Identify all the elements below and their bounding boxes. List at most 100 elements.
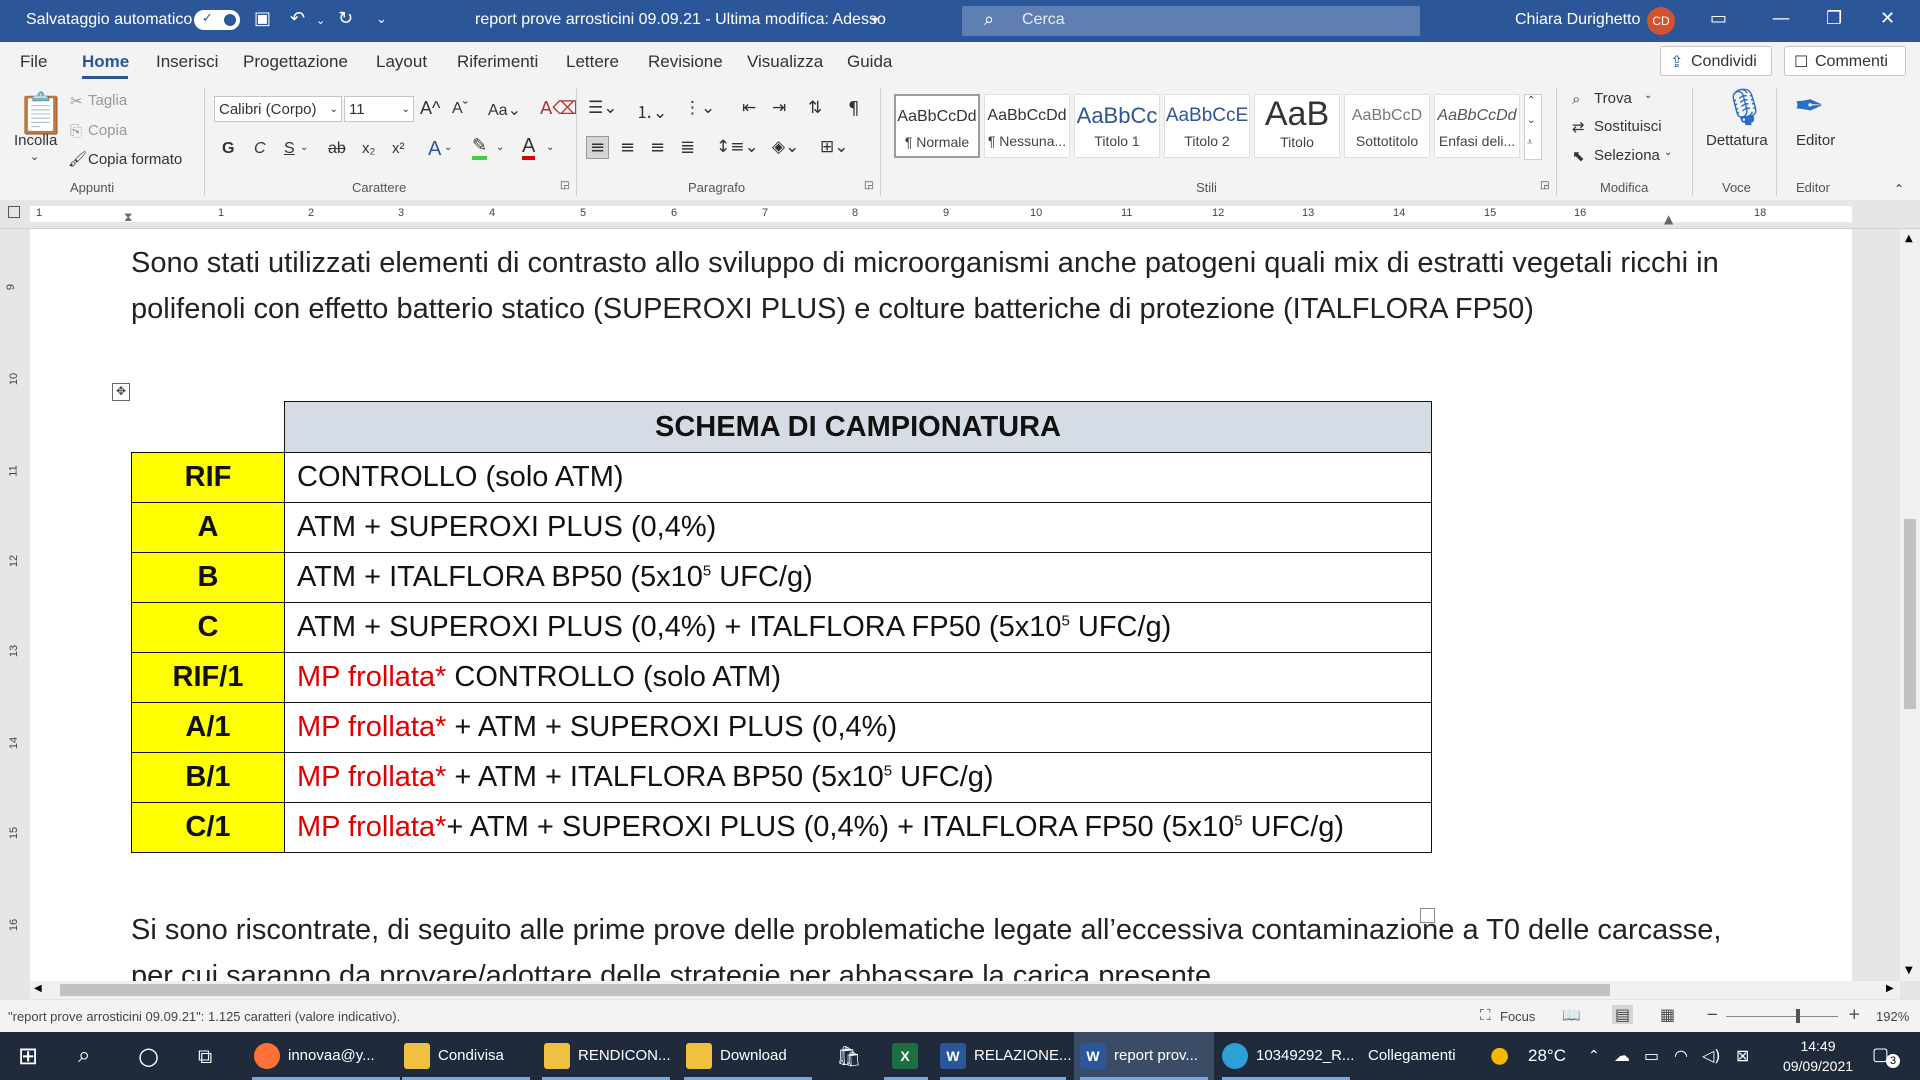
onedrive-icon[interactable]: ☁ [1614, 1032, 1630, 1080]
tab-review[interactable]: Revisione [648, 52, 723, 72]
tab-references[interactable]: Riferimenti [457, 52, 538, 72]
bullets-icon[interactable]: ☰⌄ [588, 98, 617, 118]
focus-icon[interactable]: ⛶ [1480, 1006, 1491, 1024]
more-styles-icon[interactable]: ⩡ [1527, 137, 1533, 148]
style-no-spacing[interactable]: AaBbCcDd ¶ Nessuna... [984, 94, 1070, 158]
dictate-button[interactable]: Dettatura [1706, 132, 1768, 149]
scroll-right-icon[interactable]: ▶ [1886, 983, 1894, 994]
text-effects-icon[interactable]: A [428, 138, 441, 161]
change-case-icon[interactable]: Aa⌄ [488, 100, 521, 120]
tab-help[interactable]: Guida [847, 52, 892, 72]
windows-start-icon[interactable]: ⊞ [18, 1032, 38, 1080]
task-view-icon[interactable]: ⧉ [198, 1032, 212, 1080]
taskbar-item-condivisa[interactable]: Condivisa [396, 1032, 536, 1080]
shrink-font-icon[interactable]: Aˇ [452, 100, 468, 118]
share-button[interactable]: ⇪ Condividi [1660, 46, 1772, 76]
user-name[interactable]: Chiara Durighetto [1515, 11, 1640, 29]
increase-indent-icon[interactable]: ⇥ [772, 98, 786, 118]
style-title[interactable]: AaB Titolo [1254, 94, 1340, 158]
restore-icon[interactable]: ❐ [1826, 8, 1842, 29]
save-icon[interactable]: ▣ [254, 8, 271, 29]
sample-description[interactable]: ATM + ITALFLORA BP50 (5x105 UFC/g) [284, 552, 1432, 603]
read-mode-icon[interactable]: 📖 [1562, 1006, 1581, 1024]
sample-code[interactable]: A/1 [131, 702, 285, 753]
collapse-ribbon-icon[interactable]: ⌃ [1894, 182, 1904, 196]
horizontal-scrollbar[interactable]: ◀ ▶ [30, 981, 1900, 999]
sample-description[interactable]: CONTROLLO (solo ATM) [284, 452, 1432, 503]
dialog-launcher-icon[interactable]: ◲ [864, 180, 873, 191]
editor-button[interactable]: Editor [1796, 132, 1835, 149]
tab-file[interactable]: File [20, 52, 47, 72]
sample-code[interactable]: B [131, 552, 285, 603]
taskbar-item-download[interactable]: Download [678, 1032, 818, 1080]
numbering-icon[interactable]: ⒈⌄ [636, 98, 667, 123]
superscript-icon[interactable]: x² [392, 140, 405, 157]
sample-code[interactable]: RIF/1 [131, 652, 285, 703]
right-indent-marker[interactable]: ▲ [1664, 212, 1673, 226]
network-status-icon[interactable]: ⊠ [1736, 1032, 1749, 1080]
links-toolbar[interactable]: Collegamenti [1368, 1032, 1456, 1080]
show-hidden-icons-icon[interactable]: ⌃ [1588, 1032, 1600, 1080]
web-layout-icon[interactable]: ▦ [1660, 1005, 1675, 1024]
undo-dropdown-icon[interactable]: ⌄ [316, 14, 325, 27]
word-count-status[interactable]: "report prove arrosticini 09.09.21": 1.1… [8, 1009, 400, 1024]
zoom-slider[interactable] [1726, 1016, 1838, 1017]
underline-dropdown-icon[interactable]: ⌄ [300, 142, 308, 153]
find-button[interactable]: Trova [1594, 90, 1632, 107]
tab-view[interactable]: Visualizza [747, 52, 823, 72]
scroll-thumb[interactable] [1904, 519, 1916, 709]
avatar[interactable]: CD [1647, 7, 1675, 35]
taskbar-item-report[interactable]: Wreport prov... [1074, 1032, 1214, 1080]
dialog-launcher-icon[interactable]: ◲ [1540, 180, 1549, 191]
ribbon-display-icon[interactable]: ▭ [1710, 8, 1727, 29]
chevron-down-icon[interactable]: ⌄ [1644, 90, 1652, 101]
volume-icon[interactable]: ◁) [1702, 1032, 1721, 1080]
style-normal[interactable]: AaBbCcDd ¶ Normale [894, 94, 980, 158]
table-header[interactable]: SCHEMA DI CAMPIONATURA [284, 401, 1432, 453]
scroll-up-icon[interactable]: ▲ [1905, 233, 1913, 244]
taskbar-item-firefox[interactable]: innovaa@y... [246, 1032, 406, 1080]
align-left-icon[interactable]: ≡ [586, 136, 610, 159]
cortana-icon[interactable]: ○ [138, 1032, 159, 1080]
search-box[interactable]: ⌕ Cerca [962, 6, 1420, 36]
temperature[interactable]: 28°C [1528, 1032, 1566, 1080]
scroll-left-icon[interactable]: ◀ [34, 983, 42, 994]
taskbar-item-store[interactable]: 🛍 [822, 1032, 878, 1080]
grow-font-icon[interactable]: A^ [420, 98, 440, 119]
style-heading-2[interactable]: AaBbCcE Titolo 2 [1164, 94, 1250, 158]
sample-description[interactable]: MP frollata*+ ATM + SUPEROXI PLUS (0,4%)… [284, 802, 1432, 853]
notifications-button[interactable]: ▢ 3 [1872, 1044, 1900, 1068]
font-color-icon[interactable]: A [522, 136, 536, 160]
copy-button[interactable]: Copia [88, 122, 127, 139]
decrease-indent-icon[interactable]: ⇤ [742, 98, 756, 118]
zoom-in-icon[interactable]: + [1848, 1005, 1861, 1023]
chevron-down-icon[interactable]: ⌄ [444, 142, 452, 153]
style-subtle-emphasis[interactable]: AaBbCcDd Enfasi deli... [1434, 94, 1520, 158]
paragraph-intro[interactable]: Sono stati utilizzati elementi di contra… [131, 240, 1731, 332]
sample-description[interactable]: MP frollata* CONTROLLO (solo ATM) [284, 652, 1432, 703]
taskbar-item-excel[interactable]: X [878, 1032, 934, 1080]
style-heading-1[interactable]: AaBbCc Titolo 1 [1074, 94, 1160, 158]
shading-icon[interactable]: ◈⌄ [772, 137, 799, 157]
editor-pen-icon[interactable]: ✒ [1794, 86, 1824, 127]
strikethrough-icon[interactable]: ab [328, 140, 346, 158]
autosave-toggle[interactable]: ✓ [194, 10, 240, 30]
tab-layout[interactable]: Layout [376, 52, 427, 72]
scroll-down-icon[interactable]: ▼ [1905, 965, 1913, 976]
focus-button[interactable]: Focus [1500, 1009, 1535, 1024]
sample-description[interactable]: MP frollata* + ATM + SUPEROXI PLUS (0,4%… [284, 702, 1432, 753]
sample-code[interactable]: RIF [131, 452, 285, 503]
font-name-box[interactable]: Calibri (Corpo) ⌄ [214, 96, 342, 122]
zoom-out-icon[interactable]: − [1706, 1005, 1719, 1023]
taskbar-item-relazione[interactable]: W RELAZIONE... [934, 1032, 1072, 1080]
bold-icon[interactable]: G [222, 140, 234, 158]
scroll-thumb[interactable] [60, 984, 1610, 996]
chevron-down-icon[interactable]: ⌄ [1664, 147, 1672, 158]
tab-insert[interactable]: Inserisci [156, 52, 218, 72]
multilevel-list-icon[interactable]: ⋮⌄ [684, 98, 715, 118]
line-spacing-icon[interactable]: ↕≡⌄ [716, 137, 759, 157]
paste-icon[interactable]: 📋 [16, 90, 66, 137]
sample-code[interactable]: C/1 [131, 802, 285, 853]
taskbar-item-rendicon[interactable]: RENDICON... [536, 1032, 676, 1080]
tab-design[interactable]: Progettazione [243, 52, 348, 72]
